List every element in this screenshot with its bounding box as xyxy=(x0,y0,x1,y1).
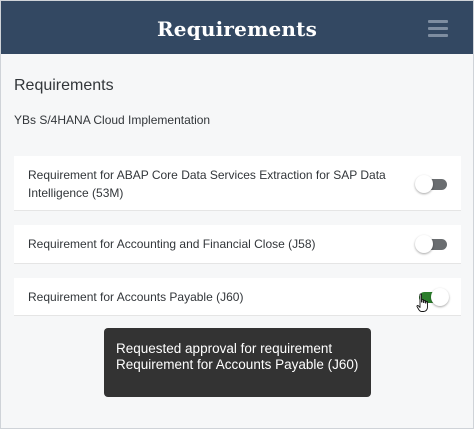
toggle-knob xyxy=(431,288,449,306)
requirement-toggle[interactable] xyxy=(415,174,449,194)
requirement-item: Requirement for Accounts Payable (J60) xyxy=(14,278,461,316)
menu-bar xyxy=(428,34,448,37)
page-title: Requirements xyxy=(14,77,114,94)
header-title: Requirements xyxy=(156,17,318,41)
app-header: Requirements xyxy=(1,1,473,54)
requirement-label: Requirement for Accounting and Financial… xyxy=(28,237,316,251)
hamburger-menu-icon[interactable] xyxy=(428,20,448,37)
app-frame: Requirements Requirements YBs S/4HANA Cl… xyxy=(0,0,474,429)
toggle-knob xyxy=(415,175,433,193)
requirement-item: Requirement for Accounting and Financial… xyxy=(14,225,461,264)
project-name: YBs S/4HANA Cloud Implementation xyxy=(14,113,211,127)
requirement-label: Requirement for ABAP Core Data Services … xyxy=(28,168,386,200)
requirement-toggle[interactable] xyxy=(415,234,449,254)
toast-message: Requested approval for requirement Requi… xyxy=(104,328,371,397)
hand-pointer-icon xyxy=(416,293,428,312)
menu-bar xyxy=(428,27,448,30)
menu-bar xyxy=(428,20,448,23)
requirement-item: Requirement for ABAP Core Data Services … xyxy=(14,156,461,211)
requirement-label: Requirement for Accounts Payable (J60) xyxy=(28,290,244,304)
toggle-knob xyxy=(415,235,433,253)
